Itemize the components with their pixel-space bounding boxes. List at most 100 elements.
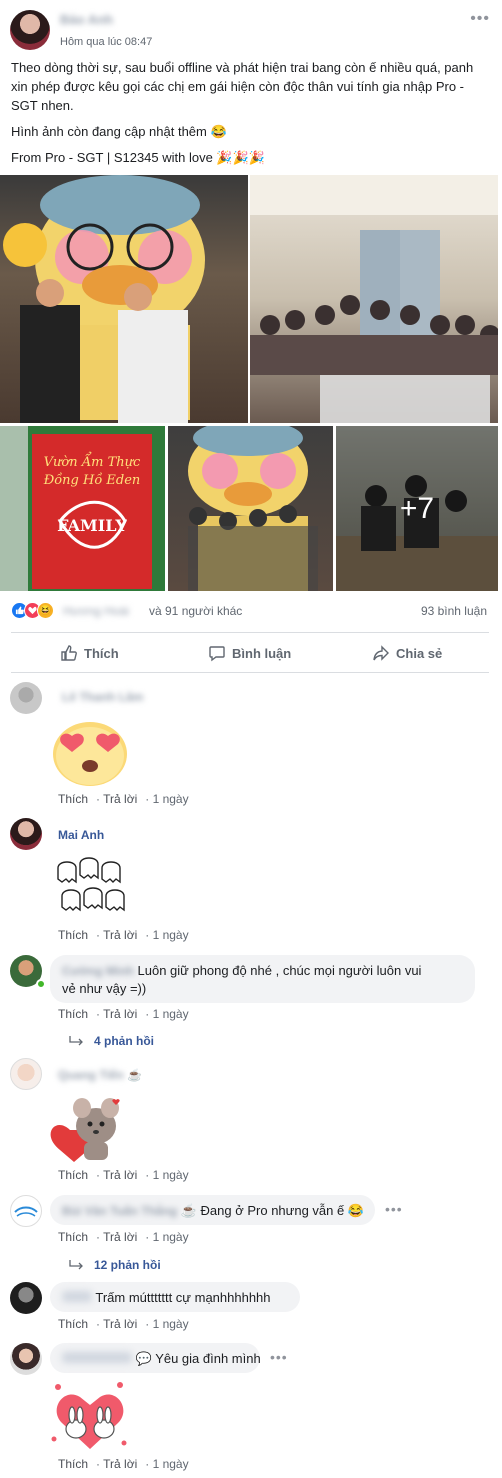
comment-author[interactable]: Mai Anh xyxy=(58,828,104,842)
comment-button[interactable]: Bình luận xyxy=(208,640,291,666)
author-avatar[interactable] xyxy=(10,10,50,50)
photo-restaurant-sign[interactable]: Vườn Ẩm Thực Đồng Hồ Eden FAMILY xyxy=(0,426,165,591)
photo-duck-art xyxy=(3,175,205,423)
bunny-heart-sticker xyxy=(51,1382,127,1449)
online-indicator xyxy=(36,979,46,989)
comment-age[interactable]: 1 ngày xyxy=(153,1007,189,1021)
photo-sign-art: Vườn Ẩm Thực Đồng Hồ Eden FAMILY xyxy=(0,426,152,591)
reaction-names[interactable]: Hương Hoài xyxy=(63,604,129,618)
comment-avatar[interactable] xyxy=(10,1343,42,1375)
post-text: Theo dòng thời sự, sau buổi offline và p… xyxy=(11,58,493,174)
comment-bubble: Cường Minh Luôn giữ phong độ nhé , chúc … xyxy=(50,955,475,1003)
reactions-bar[interactable]: 😆 Hương Hoài và 91 người khác 93 bình lu… xyxy=(11,600,489,622)
mouse-heart-sticker xyxy=(50,1098,120,1162)
photo-more[interactable]: +7 xyxy=(336,426,498,591)
comment-author[interactable]: Quang Tiến xyxy=(58,1068,124,1082)
photo-group-dinner[interactable] xyxy=(250,175,498,423)
comment-like-link[interactable]: Thích xyxy=(58,1317,88,1331)
comment-reply-link[interactable]: Trả lời xyxy=(103,928,137,942)
comment-6: Trấm múttttttt cự mạnhhhhhhh Thích · Trả … xyxy=(10,1282,495,1332)
comment-author[interactable]: Lê Thanh Lâm xyxy=(62,690,143,704)
comment-avatar[interactable] xyxy=(10,1195,42,1227)
view-replies-link[interactable]: 4 phản hồi xyxy=(68,1034,154,1048)
comment-reply-link[interactable]: Trả lời xyxy=(103,792,137,806)
comment-reply-link[interactable]: Trả lời xyxy=(103,1168,137,1182)
comment-like-link[interactable]: Thích xyxy=(58,1230,88,1244)
comment-author[interactable]: Bùi Văn Tuấn Thắng xyxy=(62,1204,177,1218)
comment-reply-link[interactable]: Trả lời xyxy=(103,1230,137,1244)
comment-avatar[interactable] xyxy=(10,1282,42,1314)
post-timestamp[interactable]: Hôm qua lúc 08:47 xyxy=(60,36,152,48)
comment-5: Bùi Văn Tuấn Thắng ☕ Đang ở Pro nhưng vẫ… xyxy=(10,1195,495,1275)
comment-4: Quang Tiến ☕ Thích · Trả lời · 1 ngày xyxy=(10,1058,495,1188)
comment-reply-link[interactable]: Trả lời xyxy=(103,1007,137,1021)
comment-7: 💬 Yêu gia đình mình ••• Thích · Trả lời · … xyxy=(10,1343,495,1478)
comment-reply-link[interactable]: Trả lời xyxy=(103,1317,137,1331)
comment-bubble: 💬 Yêu gia đình mình xyxy=(50,1343,261,1373)
svg-text:Đồng Hồ Eden: Đồng Hồ Eden xyxy=(43,472,141,488)
replies-count: 4 phản hồi xyxy=(94,1034,154,1048)
comment-author[interactable] xyxy=(62,1289,92,1302)
ghost-sticker xyxy=(57,857,125,912)
comment-like-link[interactable]: Thích xyxy=(58,1457,88,1471)
comment-age[interactable]: 1 ngày xyxy=(153,1457,189,1471)
comment-author[interactable]: Cường Minh xyxy=(62,964,134,978)
post-text-line-1: Theo dòng thời sự, sau buổi offline và p… xyxy=(11,60,474,113)
comment-like-link[interactable]: Thích xyxy=(58,1168,88,1182)
comment-count[interactable]: 93 bình luận xyxy=(421,604,487,618)
comment-actions: Thích · Trả lời · 1 ngày xyxy=(58,1457,189,1471)
comment-age[interactable]: 1 ngày xyxy=(153,928,189,942)
comment-avatar[interactable] xyxy=(10,818,42,850)
comment-options-icon[interactable]: ••• xyxy=(270,1349,288,1365)
comment-text-2: vẻ như vậy =)) xyxy=(62,981,147,996)
view-replies-link[interactable]: 12 phản hồi xyxy=(68,1258,161,1272)
photo-duck-group-art xyxy=(188,426,318,591)
haha-reaction-icon: 😆 xyxy=(37,602,54,619)
comment-text: Luôn giữ phong độ nhé , chúc mọi người l… xyxy=(137,963,422,978)
photo-group-art xyxy=(250,175,498,423)
reply-arrow-icon xyxy=(69,1260,83,1270)
comment-options-icon[interactable]: ••• xyxy=(385,1201,403,1217)
comment-avatar[interactable] xyxy=(10,1058,42,1090)
comment-author[interactable] xyxy=(62,1350,132,1363)
like-button-label: Thích xyxy=(84,645,119,661)
comment-age[interactable]: 1 ngày xyxy=(153,1168,189,1182)
comment-bubble: Bùi Văn Tuấn Thắng ☕ Đang ở Pro nhưng vẫ… xyxy=(50,1195,375,1225)
replies-count: 12 phản hồi xyxy=(94,1258,161,1272)
comment-icon xyxy=(209,646,225,662)
comment-age[interactable]: 1 ngày xyxy=(153,792,189,806)
comment-avatar[interactable] xyxy=(10,682,42,714)
comment-age[interactable]: 1 ngày xyxy=(153,1230,189,1244)
reply-arrow-icon xyxy=(69,1036,83,1046)
svg-text:FAMILY: FAMILY xyxy=(57,516,127,535)
share-button[interactable]: Chia sẻ xyxy=(372,640,442,666)
logo-icon xyxy=(14,1206,38,1217)
comment-actions: Thích · Trả lời · 1 ngày xyxy=(58,1168,189,1182)
post-text-line-3: From Pro - SGT | S12345 with love 🎉🎉🎉 xyxy=(11,150,265,165)
comment-actions: Thích · Trả lời · 1 ngày xyxy=(58,1230,189,1244)
comment-reply-link[interactable]: Trả lời xyxy=(103,1457,137,1471)
comment-bubble: Trấm múttttttt cự mạnhhhhhhh xyxy=(50,1282,300,1312)
comment-author-line: Quang Tiến ☕ xyxy=(58,1068,142,1082)
comment-like-link[interactable]: Thích xyxy=(58,928,88,942)
heart-eyes-sticker xyxy=(53,722,127,786)
thumbs-up-icon xyxy=(61,645,77,661)
comment-like-link[interactable]: Thích xyxy=(58,792,88,806)
author-name[interactable]: Bảo Anh xyxy=(60,12,113,27)
post-text-line-2: Hình ảnh còn đang cập nhật thêm 😂 xyxy=(11,124,227,139)
photo-duck-group[interactable] xyxy=(168,426,333,591)
divider-top xyxy=(11,632,489,633)
comment-actions: Thích · Trả lời · 1 ngày xyxy=(58,792,189,806)
photo-duck-statue[interactable] xyxy=(0,175,248,423)
reaction-others[interactable]: và 91 người khác xyxy=(149,604,242,618)
like-button[interactable]: Thích xyxy=(60,640,119,666)
comment-2: Mai Anh Thích · Trả lời · 1 ngày xyxy=(10,818,495,948)
more-options-icon[interactable]: ••• xyxy=(470,10,490,28)
comment-button-label: Bình luận xyxy=(232,645,292,661)
share-button-label: Chia sẻ xyxy=(396,645,443,661)
more-photos-count[interactable]: +7 xyxy=(336,426,498,591)
comment-age[interactable]: 1 ngày xyxy=(153,1317,189,1331)
comment-like-link[interactable]: Thích xyxy=(58,1007,88,1021)
comment-text: 💬 Yêu gia đình mình xyxy=(135,1351,261,1366)
comment-1: Lê Thanh Lâm Thích · Trả lời · 1 ngày xyxy=(10,682,495,807)
